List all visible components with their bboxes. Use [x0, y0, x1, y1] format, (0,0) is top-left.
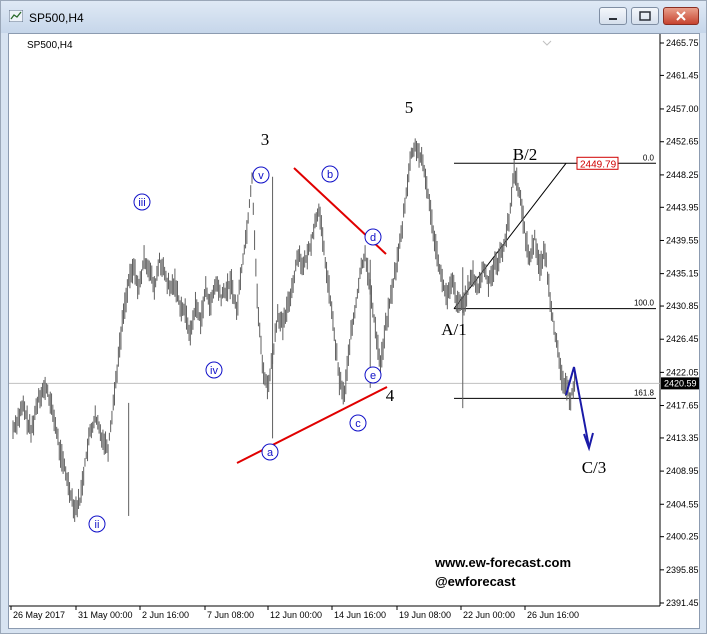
scroll-marker-icon: [542, 40, 552, 46]
wave-label-3: 3: [261, 130, 270, 149]
wave-circle-label-c: c: [355, 418, 361, 430]
x-tick-label: 14 Jun 16:00: [334, 610, 386, 620]
chart-area[interactable]: SP500,H4 2465.75 2461.45 2457.00 2452.65 244…: [8, 33, 700, 629]
chart-window: SP500,H4 SP500,H4 2465.75 2461.45 2457.00 2…: [0, 0, 707, 634]
y-tick-label: 2461.45: [666, 70, 699, 80]
x-tick-label: 19 Jun 08:00: [399, 610, 451, 620]
watermark-handle: @ewforecast: [435, 574, 516, 589]
wave-circle-label-b: b: [327, 169, 333, 181]
wave-label-5: 5: [405, 98, 414, 117]
y-tick-label: 2413.35: [666, 433, 699, 443]
minimize-button[interactable]: [599, 7, 627, 25]
minimize-icon: [609, 18, 617, 20]
wave-circle-label-a: a: [267, 447, 274, 459]
y-tick-label: 2395.85: [666, 565, 699, 575]
maximize-button[interactable]: [631, 7, 659, 25]
current-price-label: 2420.59: [664, 378, 697, 388]
x-tick-label: 12 Jun 00:00: [270, 610, 322, 620]
y-tick-label: 2404.55: [666, 499, 699, 509]
title-bar[interactable]: SP500,H4: [1, 1, 706, 33]
fib-level-label: 100.0: [634, 299, 655, 308]
x-tick-label: 2 Jun 16:00: [142, 610, 189, 620]
close-button[interactable]: [663, 7, 699, 25]
y-tick-label: 2400.25: [666, 532, 699, 542]
y-tick-label: 2426.45: [666, 334, 699, 344]
wave-circle-label-d: d: [370, 232, 376, 244]
y-tick-label: 2391.45: [666, 598, 699, 608]
y-tick-label: 2408.95: [666, 466, 699, 476]
fib-level-label: 161.8: [634, 388, 655, 397]
wave-label-4: 4: [386, 386, 395, 405]
wave-label-A-1: A/1: [441, 320, 467, 339]
y-tick-label: 2457.00: [666, 104, 699, 114]
x-tick-label: 26 Jun 16:00: [527, 610, 579, 620]
x-tick-label: 26 May 2017: [13, 610, 65, 620]
y-tick-label: 2439.55: [666, 235, 699, 245]
y-tick-label: 2452.65: [666, 137, 699, 147]
wave-circle-label-v: v: [258, 170, 264, 182]
wave-circle-label-e: e: [370, 370, 376, 382]
wave-label-B-2: B/2: [513, 145, 538, 164]
watermark-url: www.ew-forecast.com: [434, 555, 571, 570]
y-tick-label: 2422.05: [666, 367, 699, 377]
close-icon: [676, 11, 686, 21]
marked-price-label: 2449.79: [580, 159, 617, 170]
chart-app-icon: [9, 10, 23, 22]
y-tick-label: 2435.15: [666, 269, 699, 279]
wave-circle-label-iv: iv: [210, 365, 218, 377]
maximize-icon: [639, 11, 651, 21]
wave-circle-label-iii: iii: [138, 197, 145, 209]
price-chart[interactable]: SP500,H4 2465.75 2461.45 2457.00 2452.65 244…: [9, 34, 699, 628]
x-tick-label: 7 Jun 08:00: [207, 610, 254, 620]
y-tick-label: 2448.25: [666, 170, 699, 180]
y-tick-label: 2443.95: [666, 202, 699, 212]
x-tick-label: 31 May 00:00: [78, 610, 133, 620]
fib-level-label: 0.0: [643, 153, 655, 162]
wave-circle-label-ii: ii: [95, 519, 100, 531]
x-tick-label: 22 Jun 00:00: [463, 610, 515, 620]
y-tick-label: 2465.75: [666, 38, 699, 48]
window-title: SP500,H4: [29, 11, 84, 25]
y-tick-label: 2430.85: [666, 301, 699, 311]
wave-label-C-3: C/3: [582, 458, 607, 477]
y-tick-label: 2417.65: [666, 401, 699, 411]
symbol-label: SP500,H4: [27, 40, 73, 51]
